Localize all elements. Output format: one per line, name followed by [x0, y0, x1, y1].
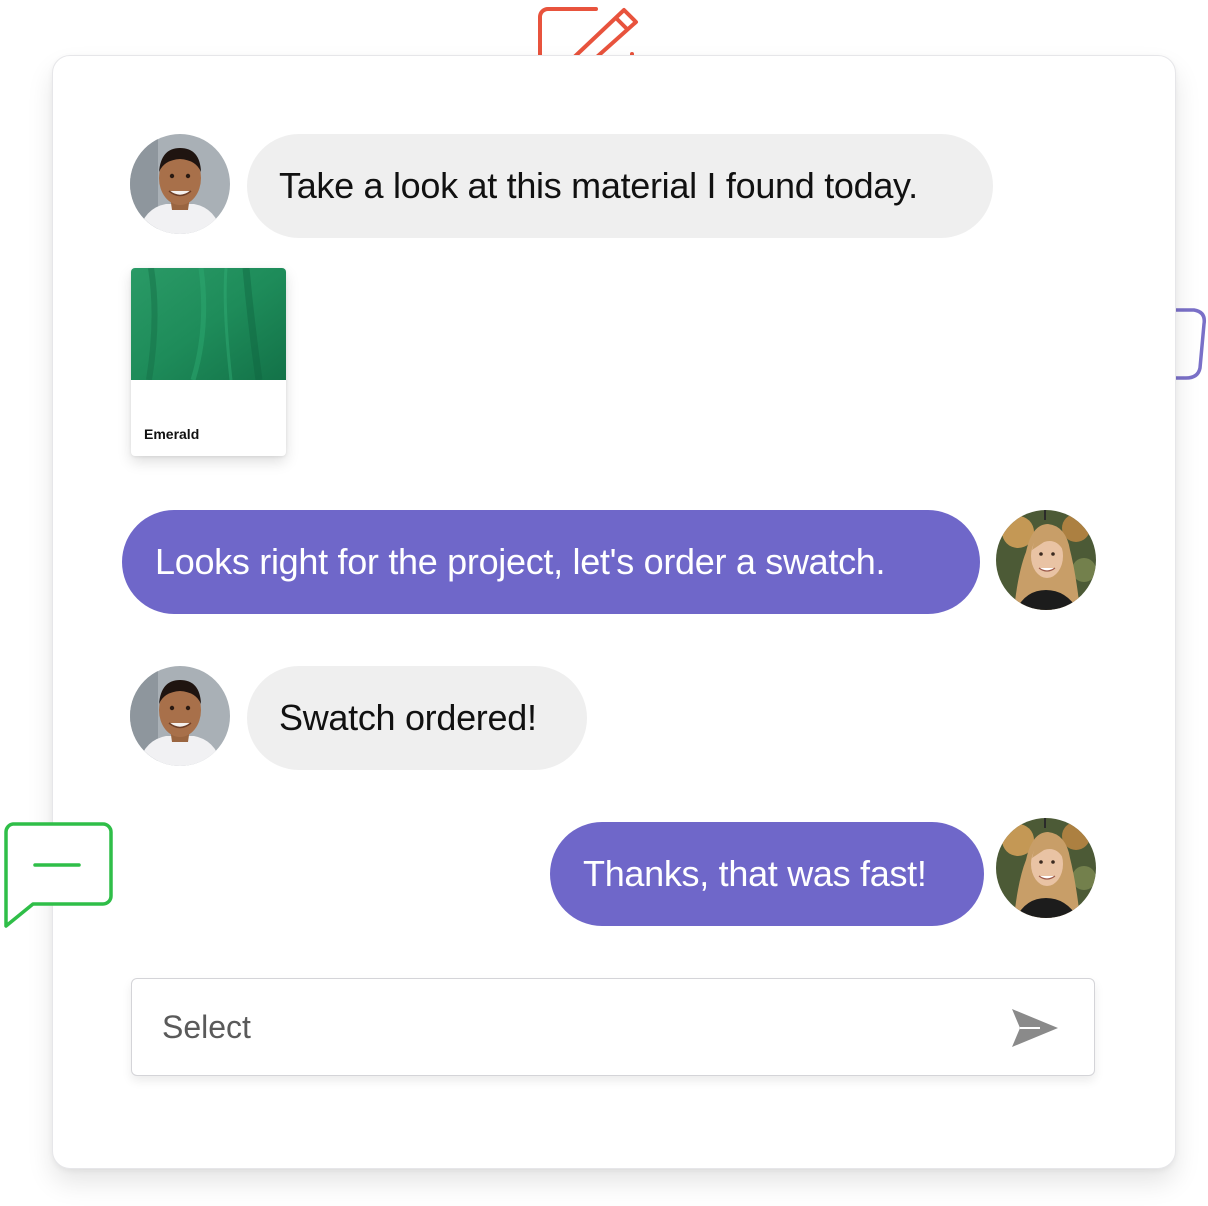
sender-avatar — [130, 134, 230, 234]
message-bubble-outgoing: Thanks, that was fast! — [550, 822, 984, 926]
message-text: Thanks, that was fast! — [583, 853, 927, 894]
message-input[interactable] — [162, 1001, 982, 1053]
sender-avatar — [130, 666, 230, 766]
chat-illustration: Take a look at this material I found tod… — [0, 0, 1208, 1206]
material-swatch-image — [131, 268, 286, 380]
material-attachment-card[interactable]: Emerald — [131, 268, 286, 456]
message-bubble-outgoing: Looks right for the project, let's order… — [122, 510, 980, 614]
message-text: Looks right for the project, let's order… — [155, 541, 886, 582]
user-avatar — [996, 818, 1096, 918]
message-composer — [131, 978, 1095, 1076]
comment-icon — [4, 822, 113, 928]
message-text: Swatch ordered! — [279, 697, 537, 738]
user-avatar — [996, 510, 1096, 610]
material-name: Emerald — [144, 426, 200, 442]
message-text: Take a look at this material I found tod… — [279, 165, 918, 206]
send-icon[interactable] — [1010, 1005, 1060, 1051]
message-bubble-incoming: Take a look at this material I found tod… — [247, 134, 993, 238]
message-bubble-incoming: Swatch ordered! — [247, 666, 587, 770]
